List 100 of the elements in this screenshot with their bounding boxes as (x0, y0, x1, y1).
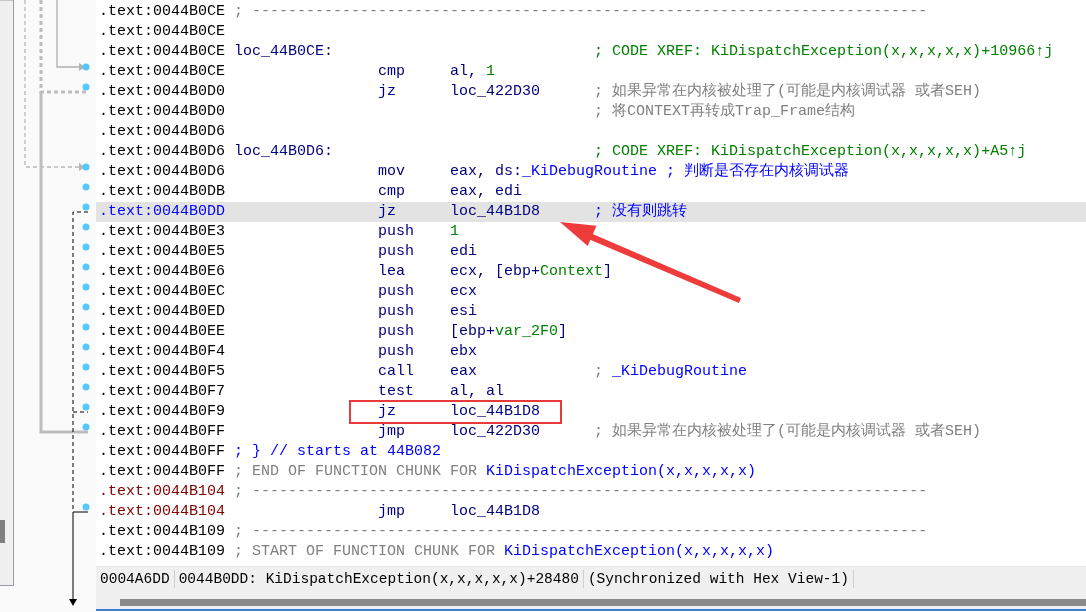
line-dot-icon (82, 263, 90, 271)
instruction-mnemonic: lea (378, 262, 407, 282)
instruction-operand: loc_422D30 (450, 82, 542, 102)
listing-row[interactable]: .text:0044B0E6 lea ecx, [ebp+Context] (96, 262, 1086, 282)
code-comment: ; START OF FUNCTION CHUNK FOR KiDispatchException(x,x,x,x,x) (234, 542, 775, 562)
listing-row[interactable]: .text:0044B0D6 mov eax, ds:_KiDebugRoutine ; 判断是否存在内核调试器 (96, 162, 1086, 182)
listing-row[interactable]: .text:0044B0CE ; --------------------------------------------------------------------------- (96, 2, 1086, 22)
code-comment: ; 判断是否存在内核调试器 (666, 162, 850, 182)
code-address: .text:0044B0F5 (99, 362, 227, 382)
listing-row[interactable]: .text:0044B0F9 jz loc_44B1D8 (96, 402, 1086, 422)
code-label[interactable]: loc_44B0D6: (234, 142, 586, 162)
instruction-operand: esi (450, 302, 479, 322)
instruction-operand: al, 1 (450, 62, 497, 82)
code-address: .text:0044B0CE (99, 42, 227, 62)
instruction-mnemonic: jz (378, 202, 398, 222)
line-dot-icon (82, 383, 90, 391)
code-comment: ; 如果异常在内核被处理了(可能是内核调试器 或者SEH) (594, 82, 982, 102)
instruction-operand: 1 (450, 222, 461, 242)
listing-row[interactable]: .text:0044B0F4 push ebx (96, 342, 1086, 362)
code-comment: ; 将CONTEXT再转成Trap_Frame结构 (594, 102, 856, 122)
code-address: .text:0044B0D0 (99, 102, 227, 122)
instruction-mnemonic: test (378, 382, 416, 402)
line-dot-icon (82, 423, 90, 431)
instruction-mnemonic: push (378, 342, 416, 362)
code-address: .text:0044B0D6 (99, 122, 227, 142)
instruction-mnemonic: jmp (378, 502, 407, 522)
listing-row[interactable]: .text:0044B0FF ; } // starts at 44B082 (96, 442, 1086, 462)
listing-row[interactable]: .text:0044B0ED push esi (96, 302, 1086, 322)
instruction-mnemonic: push (378, 242, 416, 262)
code-address: .text:0044B0CE (99, 62, 227, 82)
code-comment: ; 如果异常在内核被处理了(可能是内核调试器 或者SEH) (594, 422, 982, 442)
line-dot-icon (82, 283, 90, 291)
listing-row[interactable]: .text:0044B0E3 push 1 (96, 222, 1086, 242)
line-dot-icon (82, 223, 90, 231)
listing-row[interactable]: .text:0044B109 ; START OF FUNCTION CHUNK FOR KiDispatchException(x,x,x,x,x) (96, 542, 1086, 562)
code-address: .text:0044B0FF (99, 462, 227, 482)
instruction-mnemonic: mov (378, 162, 407, 182)
instruction-operand: ebx (450, 342, 479, 362)
separator-comment: ; --------------------------------------------------------------------------- (234, 522, 928, 542)
listing-row[interactable]: .text:0044B0D6 loc_44B0D6: ; CODE XREF: KiDispatchException(x,x,x,x,x)+A5↑j (96, 142, 1086, 162)
code-address: .text:0044B109 (99, 522, 227, 542)
code-address: .text:0044B0E3 (99, 222, 227, 242)
code-address: .text:0044B0F4 (99, 342, 227, 362)
instruction-mnemonic: push (378, 302, 416, 322)
listing-row[interactable]: .text:0044B0FF ; END OF FUNCTION CHUNK FOR KiDispatchException(x,x,x,x,x) (96, 462, 1086, 482)
code-address: .text:0044B0EE (99, 322, 227, 342)
listing-row[interactable]: .text:0044B109 ; --------------------------------------------------------------------------- (96, 522, 1086, 542)
line-dot-icon (82, 163, 90, 171)
listing-row[interactable]: .text:0044B0CE cmp al, 1 (96, 62, 1086, 82)
instruction-operand: eax, edi (450, 182, 524, 202)
instruction-operand: loc_44B1D8 (450, 202, 542, 222)
line-dot-icon (82, 243, 90, 251)
listing-row[interactable]: .text:0044B0DB cmp eax, edi (96, 182, 1086, 202)
scroll-thumb[interactable] (0, 520, 5, 543)
code-address: .text:0044B0F7 (99, 382, 227, 402)
code-comment: ; CODE XREF: KiDispatchException(x,x,x,x,x)+A5↑j (594, 142, 1027, 162)
status-text: (Synchronized with Hex View-1) (583, 570, 854, 588)
scroll-thumb[interactable] (120, 599, 1086, 606)
code-address: .text:0044B0CE (99, 22, 227, 42)
code-address: .text:0044B0DB (99, 182, 227, 202)
line-dot-icon (82, 503, 90, 511)
code-address: .text:0044B0E6 (99, 262, 227, 282)
listing-row[interactable]: .text:0044B104 jmp loc_44B1D8 (96, 502, 1086, 522)
listing-row[interactable]: .text:0044B0D0 ; 将CONTEXT再转成Trap_Frame结构 (96, 102, 1086, 122)
listing-row[interactable]: .text:0044B0EE push [ebp+var_2F0] (96, 322, 1086, 342)
instruction-operand: ecx, [ebp+Context] (450, 262, 613, 282)
code-comment: ; } // starts at 44B082 (234, 442, 442, 462)
code-address: .text:0044B0D6 (99, 162, 227, 182)
code-comment: ; _KiDebugRoutine (594, 362, 748, 382)
listing-row[interactable]: .text:0044B104 ; --------------------------------------------------------------------------- (96, 482, 1086, 502)
instruction-mnemonic: jz (378, 402, 398, 422)
code-address: .text:0044B0FF (99, 442, 227, 462)
instruction-mnemonic: push (378, 322, 416, 342)
code-address: .text:0044B109 (99, 542, 227, 562)
code-address: .text:0044B0E5 (99, 242, 227, 262)
instruction-operand: [ebp+var_2F0] (450, 322, 569, 342)
listing-row[interactable]: .text:0044B0DD jz loc_44B1D8 ; 没有则跳转 (96, 202, 1086, 222)
instruction-operand: loc_44B1D8 (450, 402, 542, 422)
listing-row[interactable]: .text:0044B0CE loc_44B0CE: ; CODE XREF: KiDispatchException(x,x,x,x,x)+10966↑j (96, 42, 1086, 62)
instruction-mnemonic: cmp (378, 182, 407, 202)
instruction-mnemonic: push (378, 222, 416, 242)
code-address: .text:0044B0FF (99, 422, 227, 442)
listing-row[interactable]: .text:0044B0E5 push edi (96, 242, 1086, 262)
listing-row[interactable]: .text:0044B0F7 test al, al (96, 382, 1086, 402)
listing-row[interactable]: .text:0044B0FF jmp loc_422D30 ; 如果异常在内核被处理了(可能是内核调试器 或者SEH) (96, 422, 1086, 442)
listing-row[interactable]: .text:0044B0F5 call eax ; _KiDebugRoutine (96, 362, 1086, 382)
code-label[interactable]: loc_44B0CE: (234, 42, 586, 62)
code-address: .text:0044B0DD (99, 202, 227, 222)
instruction-mnemonic: cmp (378, 62, 407, 82)
instruction-mnemonic: jmp (378, 422, 407, 442)
code-address: .text:0044B0EC (99, 282, 227, 302)
horizontal-scrollbar[interactable] (96, 591, 1086, 611)
line-dot-icon (82, 63, 90, 71)
code-address: .text:0044B0F9 (99, 402, 227, 422)
listing-row[interactable]: .text:0044B0EC push ecx (96, 282, 1086, 302)
instruction-operand: ecx (450, 282, 479, 302)
listing-row[interactable]: .text:0044B0D6 (96, 122, 1086, 142)
listing-row[interactable]: .text:0044B0CE (96, 22, 1086, 42)
listing-row[interactable]: .text:0044B0D0 jz loc_422D30 ; 如果异常在内核被处理了(可能是内核调试器 或者SEH) (96, 82, 1086, 102)
instruction-operand: al, al (450, 382, 506, 402)
